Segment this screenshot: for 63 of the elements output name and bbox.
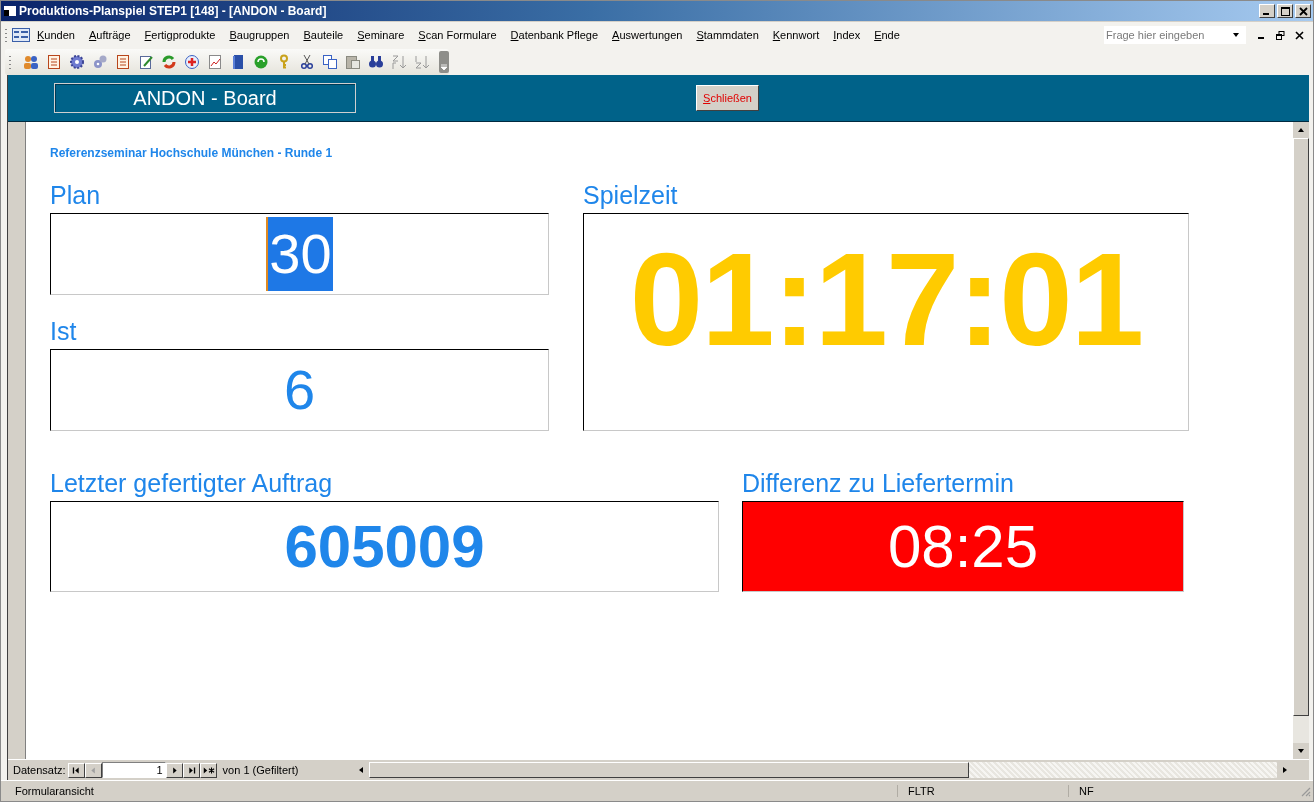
menu-item[interactable]: Fertigprodukte [137,29,223,41]
menu-item[interactable]: Aufträge [81,29,138,41]
menu-item[interactable]: Scan Formulare [411,29,504,41]
scroll-thumb[interactable] [368,762,969,778]
restore-icon[interactable] [1276,30,1285,40]
scroll-up-icon[interactable] [1293,122,1309,138]
resize-grip-icon[interactable] [1299,785,1311,797]
report-icon[interactable] [115,53,131,70]
record-count: von 1 (Gefiltert) [222,764,300,776]
field-label: Ist [50,317,78,347]
first-record-icon[interactable] [67,762,85,778]
menu-item[interactable]: Auswertungen [605,29,690,41]
status-indicator: FLTR [897,785,968,797]
difference-field[interactable]: 08:25 [742,501,1184,592]
dropdown-icon[interactable] [1233,33,1239,37]
edit-icon[interactable] [138,53,154,70]
ist-field[interactable]: 6 [50,349,549,431]
minimize-button[interactable] [1259,4,1275,18]
form-icon[interactable] [12,28,30,42]
maximize-icon [1280,6,1290,16]
menu-item[interactable]: Seminare [350,29,412,41]
status-text: Formularansicht [14,785,95,797]
app-icon [3,4,17,18]
cut-icon[interactable] [299,53,315,70]
window-title: Produktions-Planspiel STEP1 [148] - [ANDON - Board] [19,4,327,18]
field-label: Differenz zu Liefertermin [742,469,1015,499]
menu-item[interactable]: Ende [867,29,907,41]
field-label: Spielzeit [583,181,679,211]
help-search-field[interactable]: Frage hier eingeben [1104,26,1246,44]
field-label: Plan [50,181,102,211]
report-icon[interactable] [46,53,62,70]
menu-item[interactable]: Stammdaten [689,29,766,41]
record-label: Datensatz: [13,764,66,776]
menu-item[interactable]: Kunden [30,29,82,41]
form-title: ANDON - Board [54,83,356,113]
menu-item[interactable]: Baugruppen [222,29,297,41]
close-button[interactable] [1295,4,1311,18]
people-icon[interactable] [23,53,39,70]
refresh-icon[interactable] [161,53,177,70]
close-icon[interactable] [1295,30,1304,40]
plan-field[interactable]: 30 [50,213,549,295]
book-icon[interactable] [230,53,246,70]
plus-icon[interactable] [184,53,200,70]
menu-item[interactable]: Bauteile [296,29,351,41]
gear-icon[interactable] [69,53,85,70]
form-subtitle: Referenzseminar Hochschule München - Runde 1 [50,146,334,160]
menu-item[interactable]: Index [826,29,868,41]
last-order-field[interactable]: 605009 [50,501,719,592]
paste-icon[interactable] [345,53,361,70]
copy-icon[interactable] [322,53,338,70]
close-icon [1298,6,1308,16]
gears-icon[interactable] [92,53,108,70]
scroll-down-icon[interactable] [1293,743,1309,759]
chart-icon[interactable] [207,53,223,70]
record-number-field[interactable]: 1 [101,762,166,778]
menu-item[interactable]: Kennwort [765,29,827,41]
status-indicator: NF [1068,785,1139,797]
binoculars-icon[interactable] [368,53,384,70]
field-label: Letzter gefertigter Auftrag [50,469,334,499]
record-selector[interactable] [8,122,26,759]
toolbar-options-icon[interactable] [439,50,449,73]
menu-item[interactable]: Datenbank Pflege [503,29,606,41]
maximize-button[interactable] [1277,4,1293,18]
